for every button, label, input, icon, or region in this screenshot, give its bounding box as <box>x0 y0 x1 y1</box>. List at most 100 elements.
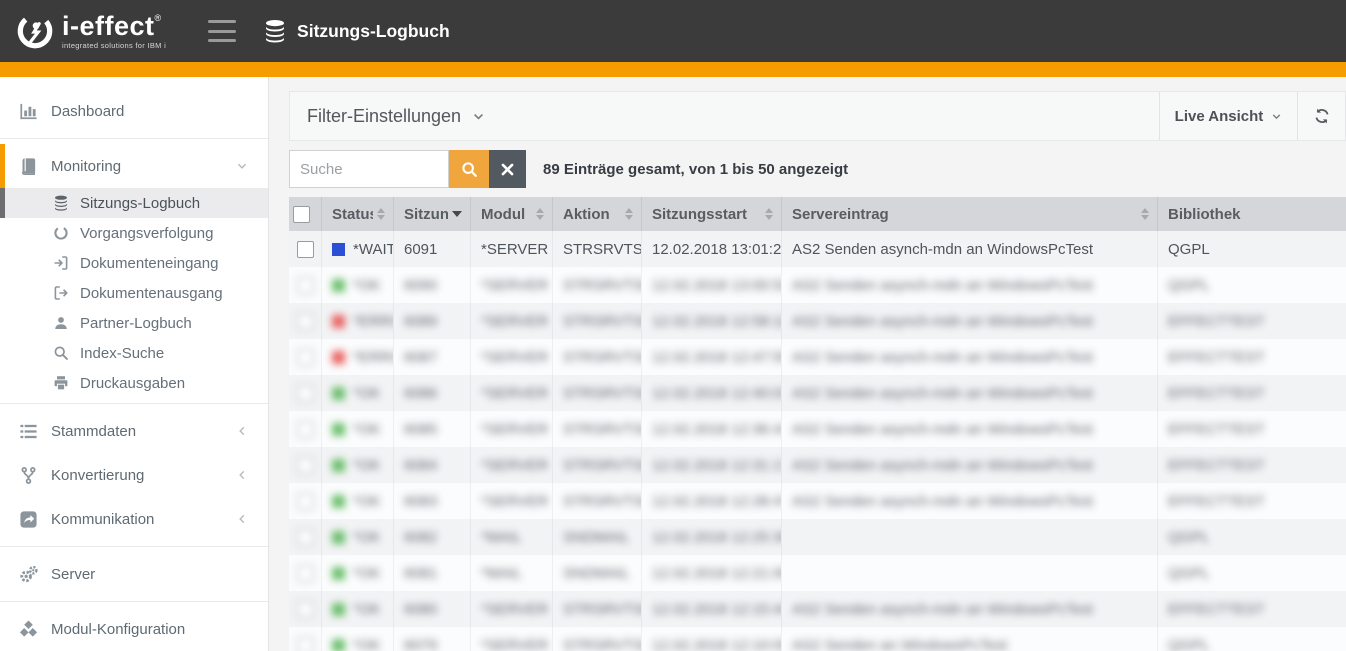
cubes-icon <box>19 620 38 639</box>
live-view-dropdown[interactable]: Live Ansicht <box>1160 92 1297 140</box>
sidebar-divider <box>0 546 268 547</box>
sidebar-item-konvertierung[interactable]: Konvertierung <box>0 453 268 497</box>
status-cell: *OK <box>322 483 394 519</box>
table-row[interactable]: *WAIT6091*SERVERSTRSRVTSK12.02.2018 13:0… <box>289 231 1346 267</box>
search-row: 89 Einträge gesamt, von 1 bis 50 angezei… <box>289 150 1346 188</box>
sidebar-subitem-vorgangsverfolgung[interactable]: Vorgangsverfolgung <box>0 218 268 248</box>
modul-value: *SERVER <box>481 241 548 258</box>
menu-toggle-icon[interactable] <box>208 20 236 42</box>
row-checkbox-cell <box>289 519 322 555</box>
search-button[interactable] <box>449 150 489 188</box>
sidebar-subitem-dokumentenausgang[interactable]: Dokumentenausgang <box>0 278 268 308</box>
sidebar-item-monitoring[interactable]: Monitoring <box>0 144 268 188</box>
sitzung-cell: 6081 <box>394 555 471 591</box>
table-row[interactable]: *OK6080*SERVERSTRSRVTSK12.02.2018 12:15:… <box>289 591 1346 627</box>
bibliothek-cell: EFFECTTEST <box>1158 303 1346 339</box>
status-square-icon <box>332 495 345 508</box>
column-header-aktion[interactable]: Aktion <box>553 197 642 231</box>
table-row[interactable]: *OK6083*SERVERSTRSRVTSK12.02.2018 12:28:… <box>289 483 1346 519</box>
row-checkbox[interactable] <box>297 529 314 546</box>
row-checkbox[interactable] <box>297 313 314 330</box>
sidebar-divider <box>0 138 268 139</box>
sidebar-item-server[interactable]: Server <box>0 552 268 596</box>
row-checkbox[interactable] <box>297 349 314 366</box>
sidebar-item-label: Stammdaten <box>51 423 136 440</box>
modul-value: *MAIL <box>481 565 522 582</box>
bibliothek-cell: QGPL <box>1158 231 1346 267</box>
table-row[interactable]: *OK6090*SERVERSTRSRVTSK12.02.2018 13:00:… <box>289 267 1346 303</box>
servereintrag-cell: AS2 Senden asynch-mdn an WindowsPcTest <box>782 411 1158 447</box>
select-all-checkbox[interactable] <box>293 206 310 223</box>
row-checkbox[interactable] <box>297 385 314 402</box>
table-row[interactable]: *OK6081*MAILSNDMAIL12.02.2018 12:21:06QG… <box>289 555 1346 591</box>
column-header-bibliothek[interactable]: Bibliothek <box>1158 197 1346 231</box>
row-checkbox[interactable] <box>297 277 314 294</box>
sidebar-subitem-dokumenteneingang[interactable]: Dokumenteneingang <box>0 248 268 278</box>
column-header-sitzungsstart[interactable]: Sitzungsstart <box>642 197 782 231</box>
modul-cell: *SERVER <box>471 339 553 375</box>
status-cell: *OK <box>322 411 394 447</box>
status-cell: *OK <box>322 555 394 591</box>
table-row[interactable]: *OK6079*SERVERSTRSRVTSK12.02.2018 12:10:… <box>289 627 1346 651</box>
filter-settings-toggle[interactable]: Filter-Einstellungen <box>290 106 485 127</box>
sidebar-subitem-sitzungs-logbuch[interactable]: Sitzungs-Logbuch <box>0 188 268 218</box>
modul-cell: *SERVER <box>471 303 553 339</box>
sitzungsstart-cell: 12.02.2018 13:00:52 <box>642 267 782 303</box>
sidebar-item-kommunikation[interactable]: Kommunikation <box>0 497 268 541</box>
sidebar-item-modul-konfiguration[interactable]: Modul-Konfiguration <box>0 607 268 651</box>
status-square-icon <box>332 315 345 328</box>
sidebar-subitem-index-suche[interactable]: Index-Suche <box>0 338 268 368</box>
row-checkbox[interactable] <box>297 601 314 618</box>
row-checkbox[interactable] <box>297 457 314 474</box>
sitzung-cell: 6083 <box>394 483 471 519</box>
column-header-modul[interactable]: Modul <box>471 197 553 231</box>
sitzung-value: 6091 <box>404 241 437 258</box>
status-text: *OK <box>353 565 381 582</box>
servereintrag-value: AS2 Senden asynch-mdn an WindowsPcTest <box>792 493 1093 510</box>
sidebar-subitem-partner-logbuch[interactable]: Partner-Logbuch <box>0 308 268 338</box>
column-header-status[interactable]: Status <box>322 197 394 231</box>
row-checkbox[interactable] <box>297 637 314 651</box>
search-input[interactable] <box>289 150 449 188</box>
table-row[interactable]: *OK6082*MAILSNDMAIL12.02.2018 12:25:30QG… <box>289 519 1346 555</box>
status-text: *WAIT <box>353 241 394 258</box>
servereintrag-cell: AS2 Senden asynch-mdn an WindowsPcTest <box>782 231 1158 267</box>
close-icon <box>501 163 514 176</box>
clear-search-button[interactable] <box>489 150 526 188</box>
bibliothek-cell: EFFECTTEST <box>1158 375 1346 411</box>
header-checkbox-cell[interactable] <box>289 197 322 231</box>
bibliothek-cell: QGPL <box>1158 519 1346 555</box>
sidebar-item-dashboard[interactable]: Dashboard <box>0 89 268 133</box>
row-checkbox[interactable] <box>297 493 314 510</box>
book-icon <box>19 157 38 176</box>
servereintrag-cell: AS2 Senden asynch-mdn an WindowsPcTest <box>782 339 1158 375</box>
sitzungsstart-cell: 12.02.2018 12:58:11 <box>642 303 782 339</box>
row-checkbox[interactable] <box>297 241 314 258</box>
table-row[interactable]: *OK6086*SERVERSTRSRVTSK12.02.2018 12:40:… <box>289 375 1346 411</box>
modul-value: *SERVER <box>481 421 548 438</box>
status-cell: *OK <box>322 627 394 651</box>
table-row[interactable]: *ERROR6089*SERVERSTRSRVTSK12.02.2018 12:… <box>289 303 1346 339</box>
refresh-button[interactable] <box>1298 92 1345 140</box>
sitzungsstart-cell: 12.02.2018 12:28:47 <box>642 483 782 519</box>
row-checkbox[interactable] <box>297 565 314 582</box>
sidebar-subitem-druckausgaben[interactable]: Druckausgaben <box>0 368 268 398</box>
row-checkbox[interactable] <box>297 421 314 438</box>
bibliothek-cell: QGPL <box>1158 267 1346 303</box>
column-label: Servereintrag <box>792 206 1137 223</box>
chevron-down-icon <box>472 110 485 123</box>
sitzungsstart-value: 12.02.2018 12:58:11 <box>652 313 782 330</box>
sitzung-value: 6085 <box>404 421 437 438</box>
page-title: Sitzungs-Logbuch <box>297 21 450 42</box>
column-header-sitzung[interactable]: Sitzung <box>394 197 471 231</box>
aktion-value: STRSRVTSK <box>563 601 642 618</box>
table-row[interactable]: *OK6085*SERVERSTRSRVTSK12.02.2018 12:36:… <box>289 411 1346 447</box>
sitzungsstart-cell: 12.02.2018 12:15:44 <box>642 591 782 627</box>
table-row[interactable]: *ERROR6087*SERVERSTRSRVTSK12.02.2018 12:… <box>289 339 1346 375</box>
table-row[interactable]: *OK6084*SERVERSTRSRVTSK12.02.2018 12:31:… <box>289 447 1346 483</box>
modul-cell: *SERVER <box>471 447 553 483</box>
app-logo[interactable]: i-effect® integrated solutions for IBM i <box>14 10 166 52</box>
column-header-servereintrag[interactable]: Servereintrag <box>782 197 1158 231</box>
sidebar-item-stammdaten[interactable]: Stammdaten <box>0 409 268 453</box>
sitzung-value: 6083 <box>404 493 437 510</box>
